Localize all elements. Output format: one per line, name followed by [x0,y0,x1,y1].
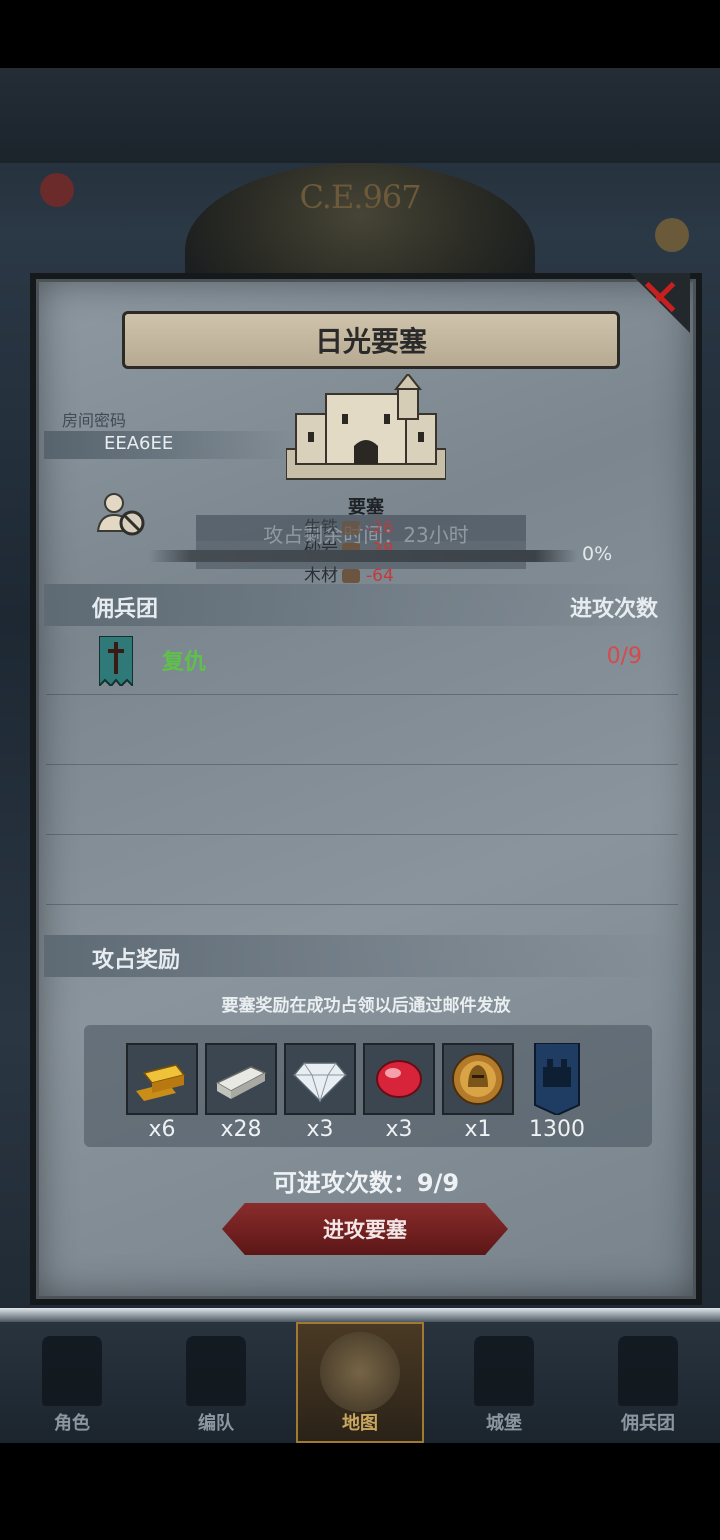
guild-banner-icon [99,636,133,686]
diamond-icon [284,1043,356,1115]
list-item[interactable]: 复仇 0/9 [44,624,680,694]
nav-item-map[interactable]: 地图 [296,1322,424,1443]
nav-label: 编队 [198,1413,234,1434]
resource-row: 木材 -64 [304,561,394,586]
room-password-label: 房间密码 [62,411,127,430]
attacks-header: 进攻次数 [569,597,658,622]
ruby-icon [363,1043,435,1115]
progress-percent: 0% [582,543,613,565]
merc-section-title: 佣兵团 [92,597,159,622]
remaining-attacks: 可进攻次数：9/9 [272,1169,460,1197]
nav-item-castle[interactable]: 城堡 [440,1322,568,1443]
year-label: C.E.967 [299,178,421,216]
character-icon [42,1336,102,1406]
attack-fortress-button[interactable]: 进攻要塞 [222,1203,508,1255]
row-divider [46,694,678,695]
reward-item[interactable]: x6 [126,1043,198,1142]
reward-count: x3 [306,1117,334,1142]
row-divider [46,834,678,835]
nav-label: 地图 [342,1413,378,1434]
snow-edge [0,1308,720,1322]
attack-button-label: 进攻要塞 [323,1218,407,1242]
iron-icon [342,521,360,535]
reward-count: 1300 [529,1117,585,1142]
gold-bar-icon [126,1043,198,1115]
reward-item[interactable]: 1300 [521,1043,593,1142]
wood-icon [342,569,360,583]
bell-icon [655,218,689,252]
knight-medal-icon [442,1043,514,1115]
fortress-icon [286,374,446,480]
reward-item[interactable]: x28 [205,1043,277,1142]
row-divider [46,904,678,905]
top-bar [0,68,720,163]
formation-icon [186,1336,246,1406]
fortress-dialog: ✕ 日光要塞 房间密码 EEA6EE 要塞 攻占剩余时间：23小时 生铁 -26… [30,273,702,1305]
nav-label: 角色 [54,1413,90,1434]
close-icon: ✕ [638,269,682,329]
merc-attack-count: 0/9 [606,644,642,669]
map-icon [320,1332,400,1412]
nav-item-mercenary[interactable]: 佣兵团 [584,1322,712,1443]
mercenary-icon [618,1336,678,1406]
bottom-nav: 角色 编队 地图 城堡 佣兵团 [0,1308,720,1443]
resource-name: 木材 [304,566,338,586]
merc-name: 复仇 [162,650,207,675]
dialog-title: 日光要塞 [314,325,427,358]
iron-bar-icon [205,1043,277,1115]
reward-list: x6 x28 x3 x3 x1 1300 [84,1025,652,1147]
reward-count: x3 [385,1117,413,1142]
close-button[interactable]: ✕ [630,273,690,333]
reward-count: x6 [148,1117,176,1142]
reward-section-title: 攻占奖励 [92,948,181,973]
reward-count: x28 [220,1117,262,1142]
ornament-icon [40,173,74,207]
title-bar: 日光要塞 [122,311,620,369]
reward-item[interactable]: x1 [442,1043,514,1142]
castle-icon [474,1336,534,1406]
reward-count: x1 [464,1117,492,1142]
nav-label: 城堡 [486,1413,522,1434]
game-screen: C.E.967 ✕ 日光要塞 房间密码 EEA6EE 要塞 攻占剩余时间：23小… [0,68,720,1443]
room-code[interactable]: EEA6EE [104,433,173,454]
row-divider [46,764,678,765]
reward-item[interactable]: x3 [284,1043,356,1142]
nav-label: 佣兵团 [621,1413,675,1434]
fortress-banner-icon [521,1043,593,1115]
nav-item-formation[interactable]: 编队 [152,1322,280,1443]
reward-item[interactable]: x3 [363,1043,435,1142]
resource-value: -64 [366,566,394,586]
nav-item-character[interactable]: 角色 [8,1322,136,1443]
reward-note: 要塞奖励在成功占领以后通过邮件发放 [221,996,511,1016]
